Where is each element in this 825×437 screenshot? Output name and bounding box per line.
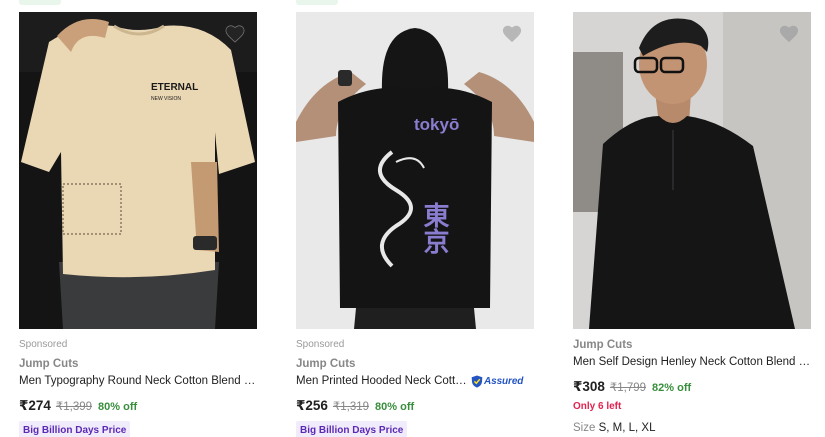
assured-shield-icon xyxy=(471,375,483,388)
original-price: ₹1,799 xyxy=(609,382,647,394)
shirt-print: ETERNAL xyxy=(151,82,198,93)
product-photo: tokyō 東京 xyxy=(296,12,534,329)
discount-percent: 82% off xyxy=(652,382,692,394)
selling-price: ₹256 xyxy=(296,398,328,413)
product-image[interactable] xyxy=(573,12,811,329)
price-row: ₹256 ₹1,319 80% off xyxy=(296,398,534,414)
tab-indicator xyxy=(19,0,61,5)
discount-percent: 80% off xyxy=(98,401,138,413)
price-row: ₹274 ₹1,399 80% off xyxy=(19,398,257,414)
heart-icon xyxy=(225,25,245,43)
shirt-print-sub: NEW VISION xyxy=(151,96,181,102)
selling-price: ₹274 xyxy=(19,398,51,413)
product-card[interactable]: tokyō 東京 Sponsored Jump Cuts Men Printed… xyxy=(296,12,534,437)
brand-name: Jump Cuts xyxy=(296,358,356,370)
heart-icon xyxy=(502,25,522,43)
product-title[interactable]: Men Printed Hooded Neck Cotto... xyxy=(296,374,468,388)
brand-name: Jump Cuts xyxy=(19,358,79,370)
product-card[interactable]: Jump Cuts Men Self Design Henley Neck Co… xyxy=(573,12,811,434)
product-title[interactable]: Men Self Design Henley Neck Cotton Blend… xyxy=(573,355,811,369)
brand-name: Jump Cuts xyxy=(573,339,633,351)
product-photo xyxy=(573,12,811,329)
product-image[interactable]: tokyō 東京 xyxy=(296,12,534,329)
available-sizes: Size S, M, L, XL xyxy=(573,422,811,434)
sponsored-label: Sponsored xyxy=(296,339,345,350)
product-photo: ETERNAL NEW VISION xyxy=(19,12,257,329)
price-row: ₹308 ₹1,799 82% off xyxy=(573,379,811,395)
discount-percent: 80% off xyxy=(375,401,415,413)
wishlist-button[interactable] xyxy=(224,23,246,43)
stock-warning: Only 6 left xyxy=(573,401,622,412)
assured-label: Assured xyxy=(484,375,524,387)
product-card[interactable]: ETERNAL NEW VISION Sponsored Jump Cuts M… xyxy=(19,12,257,437)
sponsored-label: Sponsored xyxy=(19,339,68,350)
product-image[interactable]: ETERNAL NEW VISION xyxy=(19,12,257,329)
tab-indicator xyxy=(296,0,338,5)
sizes-value: S, M, L, XL xyxy=(598,422,656,434)
selling-price: ₹308 xyxy=(573,379,605,394)
sizes-label: Size xyxy=(573,422,596,434)
sale-badge: Big Billion Days Price xyxy=(296,421,408,437)
hoodie-print: tokyō xyxy=(414,115,459,134)
sale-badge: Big Billion Days Price xyxy=(19,421,131,437)
original-price: ₹1,399 xyxy=(55,401,93,413)
product-title[interactable]: Men Typography Round Neck Cotton Blend B… xyxy=(19,374,257,388)
wishlist-button[interactable] xyxy=(501,23,523,43)
original-price: ₹1,319 xyxy=(332,401,370,413)
assured-badge: Assured xyxy=(471,374,523,388)
title-row: Men Printed Hooded Neck Cotto... Assured xyxy=(296,374,534,388)
heart-icon xyxy=(779,25,799,43)
wishlist-button[interactable] xyxy=(778,23,800,43)
hoodie-print-sub: 東京 xyxy=(419,202,449,255)
